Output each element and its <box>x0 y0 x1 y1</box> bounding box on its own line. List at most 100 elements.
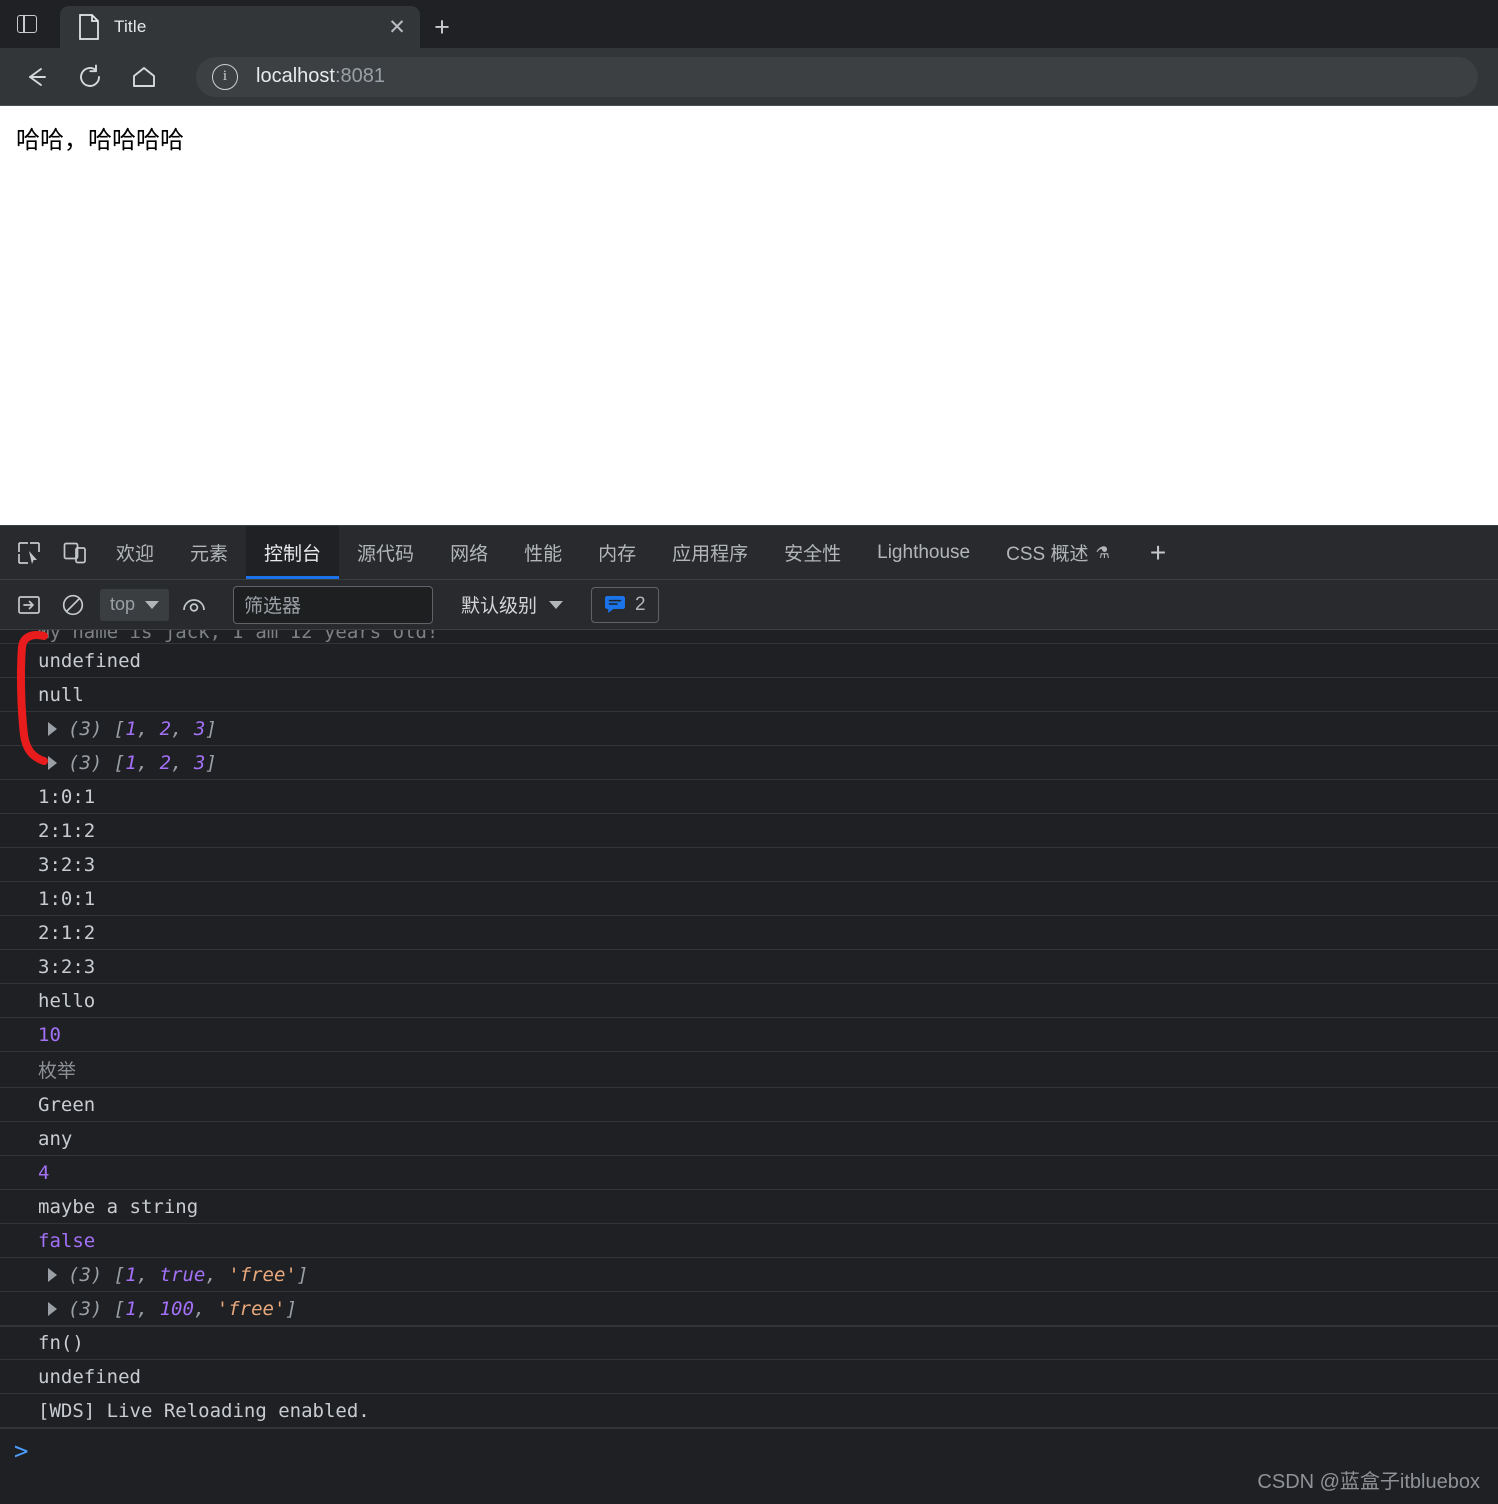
console-log-area[interactable]: My name is jack, I am 12 years old! unde… <box>0 630 1498 1504</box>
expand-triangle-icon[interactable] <box>48 755 57 770</box>
more-panels-button[interactable]: + <box>1128 526 1188 579</box>
log-text: null <box>38 683 84 706</box>
address-bar[interactable]: i localhost:8081 <box>196 56 1478 97</box>
log-text: 枚举 <box>38 1060 77 1082</box>
log-row[interactable]: 2:1:2 <box>0 916 1498 950</box>
url-text: localhost:8081 <box>256 65 385 88</box>
log-text: 1:0:1 <box>38 887 96 910</box>
navigation-bar: i localhost:8081 <box>0 48 1498 106</box>
log-row[interactable]: 1:0:1 <box>0 882 1498 916</box>
log-row[interactable]: My name is jack, I am 12 years old! <box>0 630 1498 644</box>
expand-triangle-icon[interactable] <box>48 1267 57 1282</box>
array-item: 3 <box>193 717 206 740</box>
tab-application[interactable]: 应用程序 <box>654 526 766 579</box>
array-item: 'free' <box>216 1297 286 1320</box>
expand-triangle-icon[interactable] <box>48 721 57 736</box>
tab-label: 元素 <box>190 544 229 565</box>
array-item: 2 <box>159 751 172 774</box>
message-count-badge[interactable]: 2 <box>591 586 659 623</box>
log-row[interactable]: (3) [1, true, 'free'] <box>0 1258 1498 1292</box>
log-row[interactable]: maybe a string <box>0 1190 1498 1224</box>
tab-elements[interactable]: 元素 <box>172 526 246 579</box>
device-toolbar-icon[interactable] <box>52 526 98 579</box>
log-row[interactable]: false <box>0 1224 1498 1258</box>
log-row[interactable]: undefined <box>0 1360 1498 1394</box>
expand-triangle-icon[interactable] <box>48 1301 57 1316</box>
array-item: 3 <box>193 751 206 774</box>
log-row[interactable]: hello <box>0 984 1498 1018</box>
execution-context-select[interactable]: top <box>100 588 170 621</box>
array-item: 1 <box>125 1297 137 1320</box>
log-row[interactable]: 3:2:3 <box>0 950 1498 984</box>
tab-security[interactable]: 安全性 <box>766 526 859 579</box>
filter-input[interactable]: 筛选器 <box>233 585 434 624</box>
reload-icon[interactable] <box>68 55 112 99</box>
log-row[interactable]: any <box>0 1122 1498 1156</box>
log-row[interactable]: 10 <box>0 1018 1498 1052</box>
array-item: 'free' <box>228 1263 297 1286</box>
array-item: 100 <box>159 1297 194 1320</box>
log-row[interactable]: (3) [1, 2, 3] <box>0 712 1498 746</box>
log-text: 3:2:3 <box>38 955 96 978</box>
console-toolbar: top 筛选器 默认级别 2 <box>0 580 1498 630</box>
chevron-down-icon <box>549 600 564 609</box>
tab-memory[interactable]: 内存 <box>580 526 654 579</box>
tab-lighthouse[interactable]: Lighthouse <box>859 526 988 579</box>
watermark: CSDN @蓝盒子itbluebox <box>1257 1471 1480 1493</box>
tab-sources[interactable]: 源代码 <box>339 526 432 579</box>
log-text: 2:1:2 <box>38 819 96 842</box>
devtools-tab-bar: 欢迎 元素 控制台 源代码 网络 性能 内存 应用程序 安全性 Lighthou… <box>0 526 1498 580</box>
log-row[interactable]: null <box>0 678 1498 712</box>
log-text: maybe a string <box>38 1195 199 1218</box>
tab-label: Lighthouse <box>877 541 971 563</box>
close-icon[interactable]: ✕ <box>384 14 410 40</box>
panel-toggle-icon[interactable] <box>8 0 46 48</box>
array-item: true <box>159 1263 206 1286</box>
array-item: 1 <box>125 717 137 740</box>
clear-console-icon[interactable] <box>54 586 92 624</box>
log-text: false <box>38 1229 96 1252</box>
prompt-chevron-icon: > <box>14 1436 29 1465</box>
live-expression-icon[interactable] <box>175 586 213 624</box>
tab-welcome[interactable]: 欢迎 <box>98 526 172 579</box>
log-text: 2:1:2 <box>38 921 96 944</box>
log-row[interactable]: 1:0:1 <box>0 780 1498 814</box>
tab-performance[interactable]: 性能 <box>506 526 580 579</box>
tab-console[interactable]: 控制台 <box>246 526 340 579</box>
log-row[interactable]: fn() <box>0 1326 1498 1360</box>
bracket-close: ] <box>285 1297 297 1320</box>
log-row[interactable]: 2:1:2 <box>0 814 1498 848</box>
browser-tab[interactable]: Title ✕ <box>60 6 420 48</box>
new-tab-button[interactable]: + <box>420 6 464 48</box>
tab-css-overview[interactable]: CSS 概述 ⚗ <box>988 526 1128 579</box>
log-text: My name is jack, I am 12 years old! <box>38 630 439 643</box>
log-level-select[interactable]: 默认级别 <box>461 591 564 618</box>
log-row[interactable]: (3) [1, 100, 'free'] <box>0 1292 1498 1326</box>
array-item: 1 <box>125 1263 137 1286</box>
flask-icon: ⚗ <box>1095 544 1110 562</box>
filter-placeholder: 筛选器 <box>244 596 302 617</box>
log-text: 1:0:1 <box>38 785 96 808</box>
info-circle-icon[interactable]: i <box>212 63 238 90</box>
log-row[interactable]: 3:2:3 <box>0 848 1498 882</box>
array-count: (3) <box>68 1297 103 1320</box>
log-row[interactable]: [WDS] Live Reloading enabled. <box>0 1394 1498 1428</box>
array-count: (3) <box>68 717 103 740</box>
log-row[interactable]: undefined <box>0 644 1498 678</box>
browser-window: Title ✕ + i localhost:8081 哈哈，哈哈哈哈 欢迎 元素… <box>0 0 1498 1504</box>
back-arrow-icon[interactable] <box>14 55 58 99</box>
url-port: :8081 <box>334 65 385 87</box>
log-row[interactable]: Green <box>0 1088 1498 1122</box>
page-viewport: 哈哈，哈哈哈哈 <box>0 106 1498 525</box>
console-sidebar-icon[interactable] <box>10 586 48 624</box>
array-item: 1 <box>125 751 137 774</box>
inspect-element-icon[interactable] <box>6 526 52 579</box>
log-row[interactable]: (3) [1, 2, 3] <box>0 746 1498 780</box>
tab-label: 欢迎 <box>116 544 155 565</box>
log-row[interactable]: 枚举 <box>0 1052 1498 1088</box>
tab-label: 内存 <box>598 544 637 565</box>
home-icon[interactable] <box>122 55 166 99</box>
log-row[interactable]: 4 <box>0 1156 1498 1190</box>
document-icon <box>78 14 100 40</box>
tab-network[interactable]: 网络 <box>432 526 506 579</box>
